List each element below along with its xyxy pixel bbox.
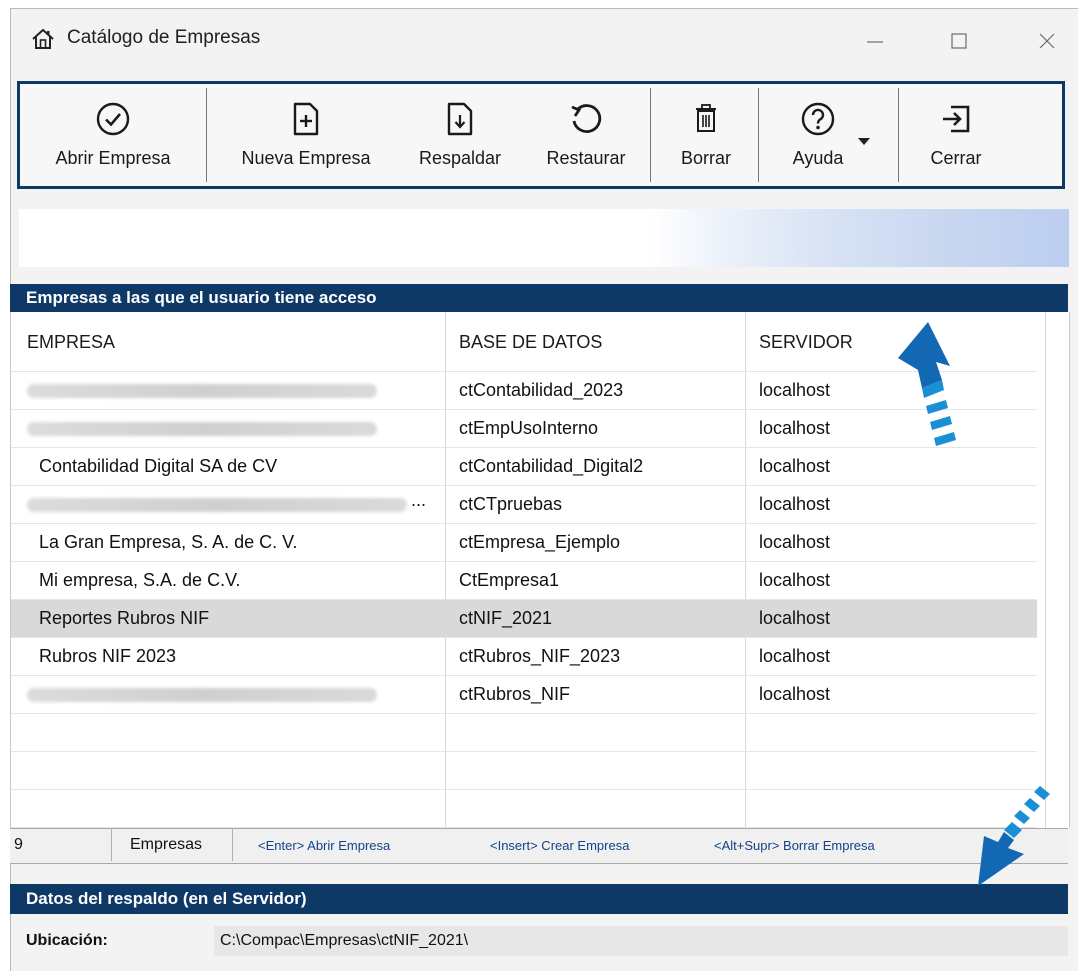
minimize-button[interactable] <box>845 19 905 63</box>
cell-base-datos: ctEmpUsoInterno <box>459 418 599 438</box>
cell-base-datos: ctEmpresa_Ejemplo <box>459 532 621 552</box>
column-header-servidor[interactable]: SERVIDOR <box>759 332 853 353</box>
cell-base-datos: ctCTpruebas <box>459 494 563 514</box>
empty-row <box>11 752 1037 790</box>
download-file-icon <box>445 100 475 138</box>
company-count-label: Empresas <box>130 836 203 853</box>
restore-label: Restaurar <box>546 148 626 168</box>
cell-servidor: localhost <box>759 570 831 590</box>
help-label: Ayuda <box>792 148 844 168</box>
redacted-company-name <box>27 498 407 512</box>
close-button[interactable]: Cerrar <box>904 84 1008 186</box>
delete-button[interactable]: Borrar <box>660 84 752 186</box>
check-circle-icon <box>95 100 131 138</box>
table-row[interactable]: ctEmpUsoInterno localhost <box>11 410 1037 448</box>
cell-base-datos: CtEmpresa1 <box>459 570 560 590</box>
cell-base-datos: ctContabilidad_2023 <box>459 380 624 400</box>
redacted-company-name <box>27 422 377 436</box>
table-row[interactable]: Contabilidad Digital SA de CV ctContabil… <box>11 448 1037 486</box>
backup-section-header: Datos del respaldo (en el Servidor) <box>10 884 1068 914</box>
table-row[interactable]: Mi empresa, S.A. de C.V. CtEmpresa1 loca… <box>11 562 1037 600</box>
status-bar: 9 Empresas <Enter> Abrir Empresa <Insert… <box>10 828 1068 864</box>
table-row[interactable]: ... ctCTpruebas localhost <box>11 486 1037 524</box>
empty-row <box>11 790 1037 828</box>
maximize-icon <box>951 33 967 49</box>
new-file-icon <box>291 100 321 138</box>
cell-servidor: localhost <box>759 608 831 628</box>
delete-label: Borrar <box>680 148 731 168</box>
table-row[interactable]: Rubros NIF 2023 ctRubros_NIF_2023 localh… <box>11 638 1037 676</box>
close-label: Cerrar <box>930 148 982 168</box>
home-app-icon <box>31 27 55 51</box>
cell-empresa: Mi empresa, S.A. de C.V. <box>39 570 241 590</box>
restore-button[interactable]: Restaurar <box>528 84 644 186</box>
location-value-field[interactable]: C:\Compac\Empresas\ctNIF_2021\ <box>214 926 1068 956</box>
table-row[interactable]: La Gran Empresa, S. A. de C. V. ctEmpres… <box>11 524 1037 562</box>
close-window-button[interactable] <box>1017 19 1077 63</box>
trash-icon <box>693 100 719 138</box>
cell-base-datos: ctRubros_NIF <box>459 684 571 704</box>
gradient-banner <box>19 209 1069 267</box>
open-company-button[interactable]: Abrir Empresa <box>24 84 202 186</box>
cell-servidor: localhost <box>759 380 831 400</box>
new-company-button[interactable]: Nueva Empresa <box>218 84 394 186</box>
annotation-arrow-up-icon <box>898 322 956 446</box>
help-icon <box>800 100 836 138</box>
restore-icon <box>568 100 604 138</box>
exit-icon <box>938 100 974 138</box>
window-title: Catálogo de Empresas <box>67 27 261 48</box>
table-row-selected[interactable]: Reportes Rubros NIF ctNIF_2021 localhost <box>11 600 1037 638</box>
new-company-label: Nueva Empresa <box>241 148 371 168</box>
cell-empresa: Rubros NIF 2023 <box>39 646 177 666</box>
backup-button[interactable]: Respaldar <box>400 84 520 186</box>
empty-row <box>11 714 1037 752</box>
backup-label: Respaldar <box>418 148 502 168</box>
minimize-icon <box>867 41 883 43</box>
annotation-arrow-down-icon <box>978 786 1050 886</box>
table-row[interactable]: ctContabilidad_2023 localhost <box>11 372 1037 410</box>
toolbar-separator <box>758 88 759 182</box>
cell-empresa-ellipsis: ... <box>411 490 427 510</box>
close-icon <box>1039 33 1055 49</box>
open-company-label: Abrir Empresa <box>55 148 171 168</box>
hint-open-company: <Enter> Abrir Empresa <box>258 838 391 853</box>
cell-servidor: localhost <box>759 684 831 704</box>
cell-servidor: localhost <box>759 494 831 514</box>
main-toolbar: Abrir Empresa Nueva Empresa Respaldar Re… <box>17 81 1065 189</box>
cell-base-datos: ctContabilidad_Digital2 <box>459 456 644 476</box>
toolbar-separator <box>898 88 899 182</box>
help-dropdown-caret-icon[interactable] <box>858 138 870 145</box>
grid-title-bar: Empresas a las que el usuario tiene acce… <box>10 284 1068 312</box>
cell-empresa: La Gran Empresa, S. A. de C. V. <box>39 532 298 552</box>
column-header-empresa[interactable]: EMPRESA <box>27 332 115 353</box>
location-label: Ubicación: <box>26 932 108 949</box>
cell-empresa: Reportes Rubros NIF <box>39 608 210 628</box>
redacted-company-name <box>27 688 377 702</box>
cell-base-datos: ctNIF_2021 <box>459 608 553 628</box>
help-button[interactable]: Ayuda <box>766 84 870 186</box>
cell-servidor: localhost <box>759 646 831 666</box>
redacted-company-name <box>27 384 377 398</box>
toolbar-separator <box>206 88 207 182</box>
table-row[interactable]: ctRubros_NIF localhost <box>11 676 1037 714</box>
hint-delete-company: <Alt+Supr> Borrar Empresa <box>714 838 875 853</box>
cell-servidor: localhost <box>759 532 831 552</box>
toolbar-separator <box>650 88 651 182</box>
company-count: 9 <box>12 829 112 861</box>
cell-servidor: localhost <box>759 418 831 438</box>
cell-empresa: Contabilidad Digital SA de CV <box>39 456 278 476</box>
hint-create-company: <Insert> Crear Empresa <box>490 838 630 853</box>
maximize-button[interactable] <box>929 19 989 63</box>
column-divider <box>1045 312 1046 828</box>
title-bar: Catálogo de Empresas <box>11 9 1078 75</box>
cell-base-datos: ctRubros_NIF_2023 <box>459 646 621 666</box>
column-header-base-datos[interactable]: BASE DE DATOS <box>459 332 602 353</box>
cell-servidor: localhost <box>759 456 831 476</box>
